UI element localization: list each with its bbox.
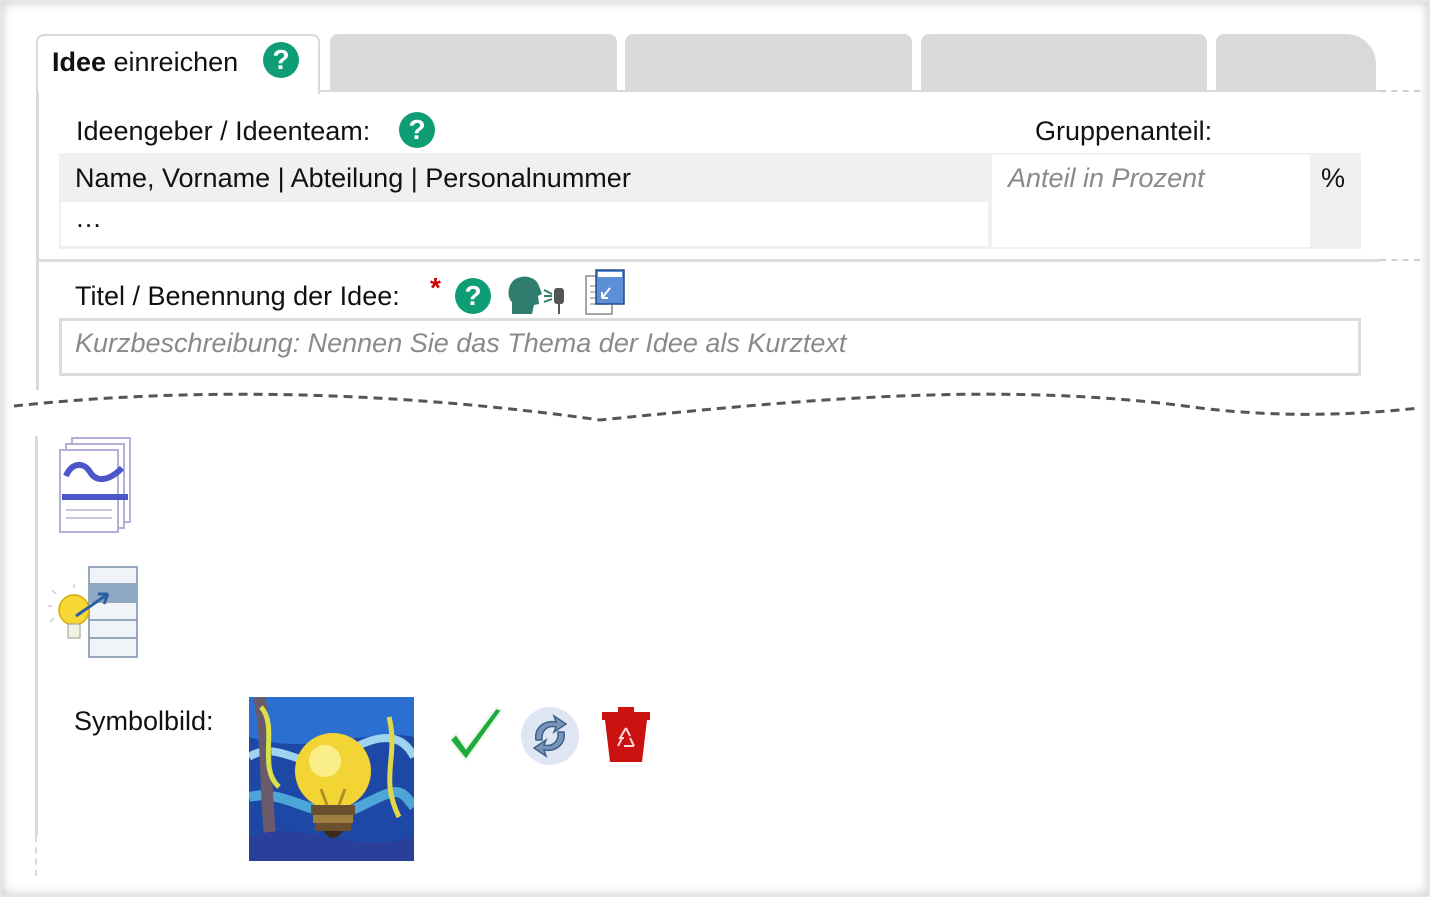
section-divider-dashed <box>1380 259 1420 261</box>
ideengeber-more[interactable]: … <box>75 203 102 234</box>
percent-sign: % <box>1321 163 1346 193</box>
tab-label: Idee einreichen <box>52 47 239 77</box>
required-mark: * <box>430 272 441 303</box>
similar-documents-icon[interactable] <box>58 436 134 534</box>
tab-3[interactable] <box>625 34 912 92</box>
symbol-image[interactable] <box>249 697 414 861</box>
idea-list-icon[interactable] <box>46 566 140 660</box>
ideengeber-entry[interactable]: Name, Vorname | Abteilung | Personalnumm… <box>75 163 631 194</box>
tab-baseline <box>320 90 1380 92</box>
help-icon[interactable]: ? <box>455 278 491 314</box>
title-template-icon[interactable] <box>584 268 626 316</box>
tab-baseline-dashed <box>1380 90 1420 92</box>
share-placeholder: Anteil in Prozent <box>1008 163 1205 193</box>
help-icon[interactable]: ? <box>263 42 299 78</box>
section-divider <box>37 259 1380 262</box>
trash-icon[interactable] <box>600 706 652 764</box>
refresh-icon[interactable] <box>520 706 580 766</box>
tab-idee-einreichen[interactable]: Idee einreichen ? <box>36 34 320 94</box>
section-left-border-lower <box>35 436 38 836</box>
title-label: Titel / Benennung der Idee: <box>75 281 400 311</box>
tab-5[interactable] <box>1216 34 1376 92</box>
help-icon[interactable]: ? <box>399 112 435 148</box>
checkmark-icon[interactable] <box>446 704 506 766</box>
title-placeholder: Kurzbeschreibung: Nennen Sie das Thema d… <box>75 328 847 358</box>
section-left-border-dashed <box>35 836 37 876</box>
ideengeber-label: Ideengeber / Ideenteam: <box>76 116 371 146</box>
tab-4[interactable] <box>921 34 1207 92</box>
voice-input-icon[interactable] <box>506 274 570 318</box>
ideengeber-second-row <box>61 202 988 246</box>
section-left-border <box>36 92 39 390</box>
cut-line <box>13 392 1421 422</box>
tab-2[interactable] <box>330 34 617 92</box>
symbol-label: Symbolbild: <box>74 706 214 736</box>
gruppenanteil-label: Gruppenanteil: <box>1035 116 1213 146</box>
